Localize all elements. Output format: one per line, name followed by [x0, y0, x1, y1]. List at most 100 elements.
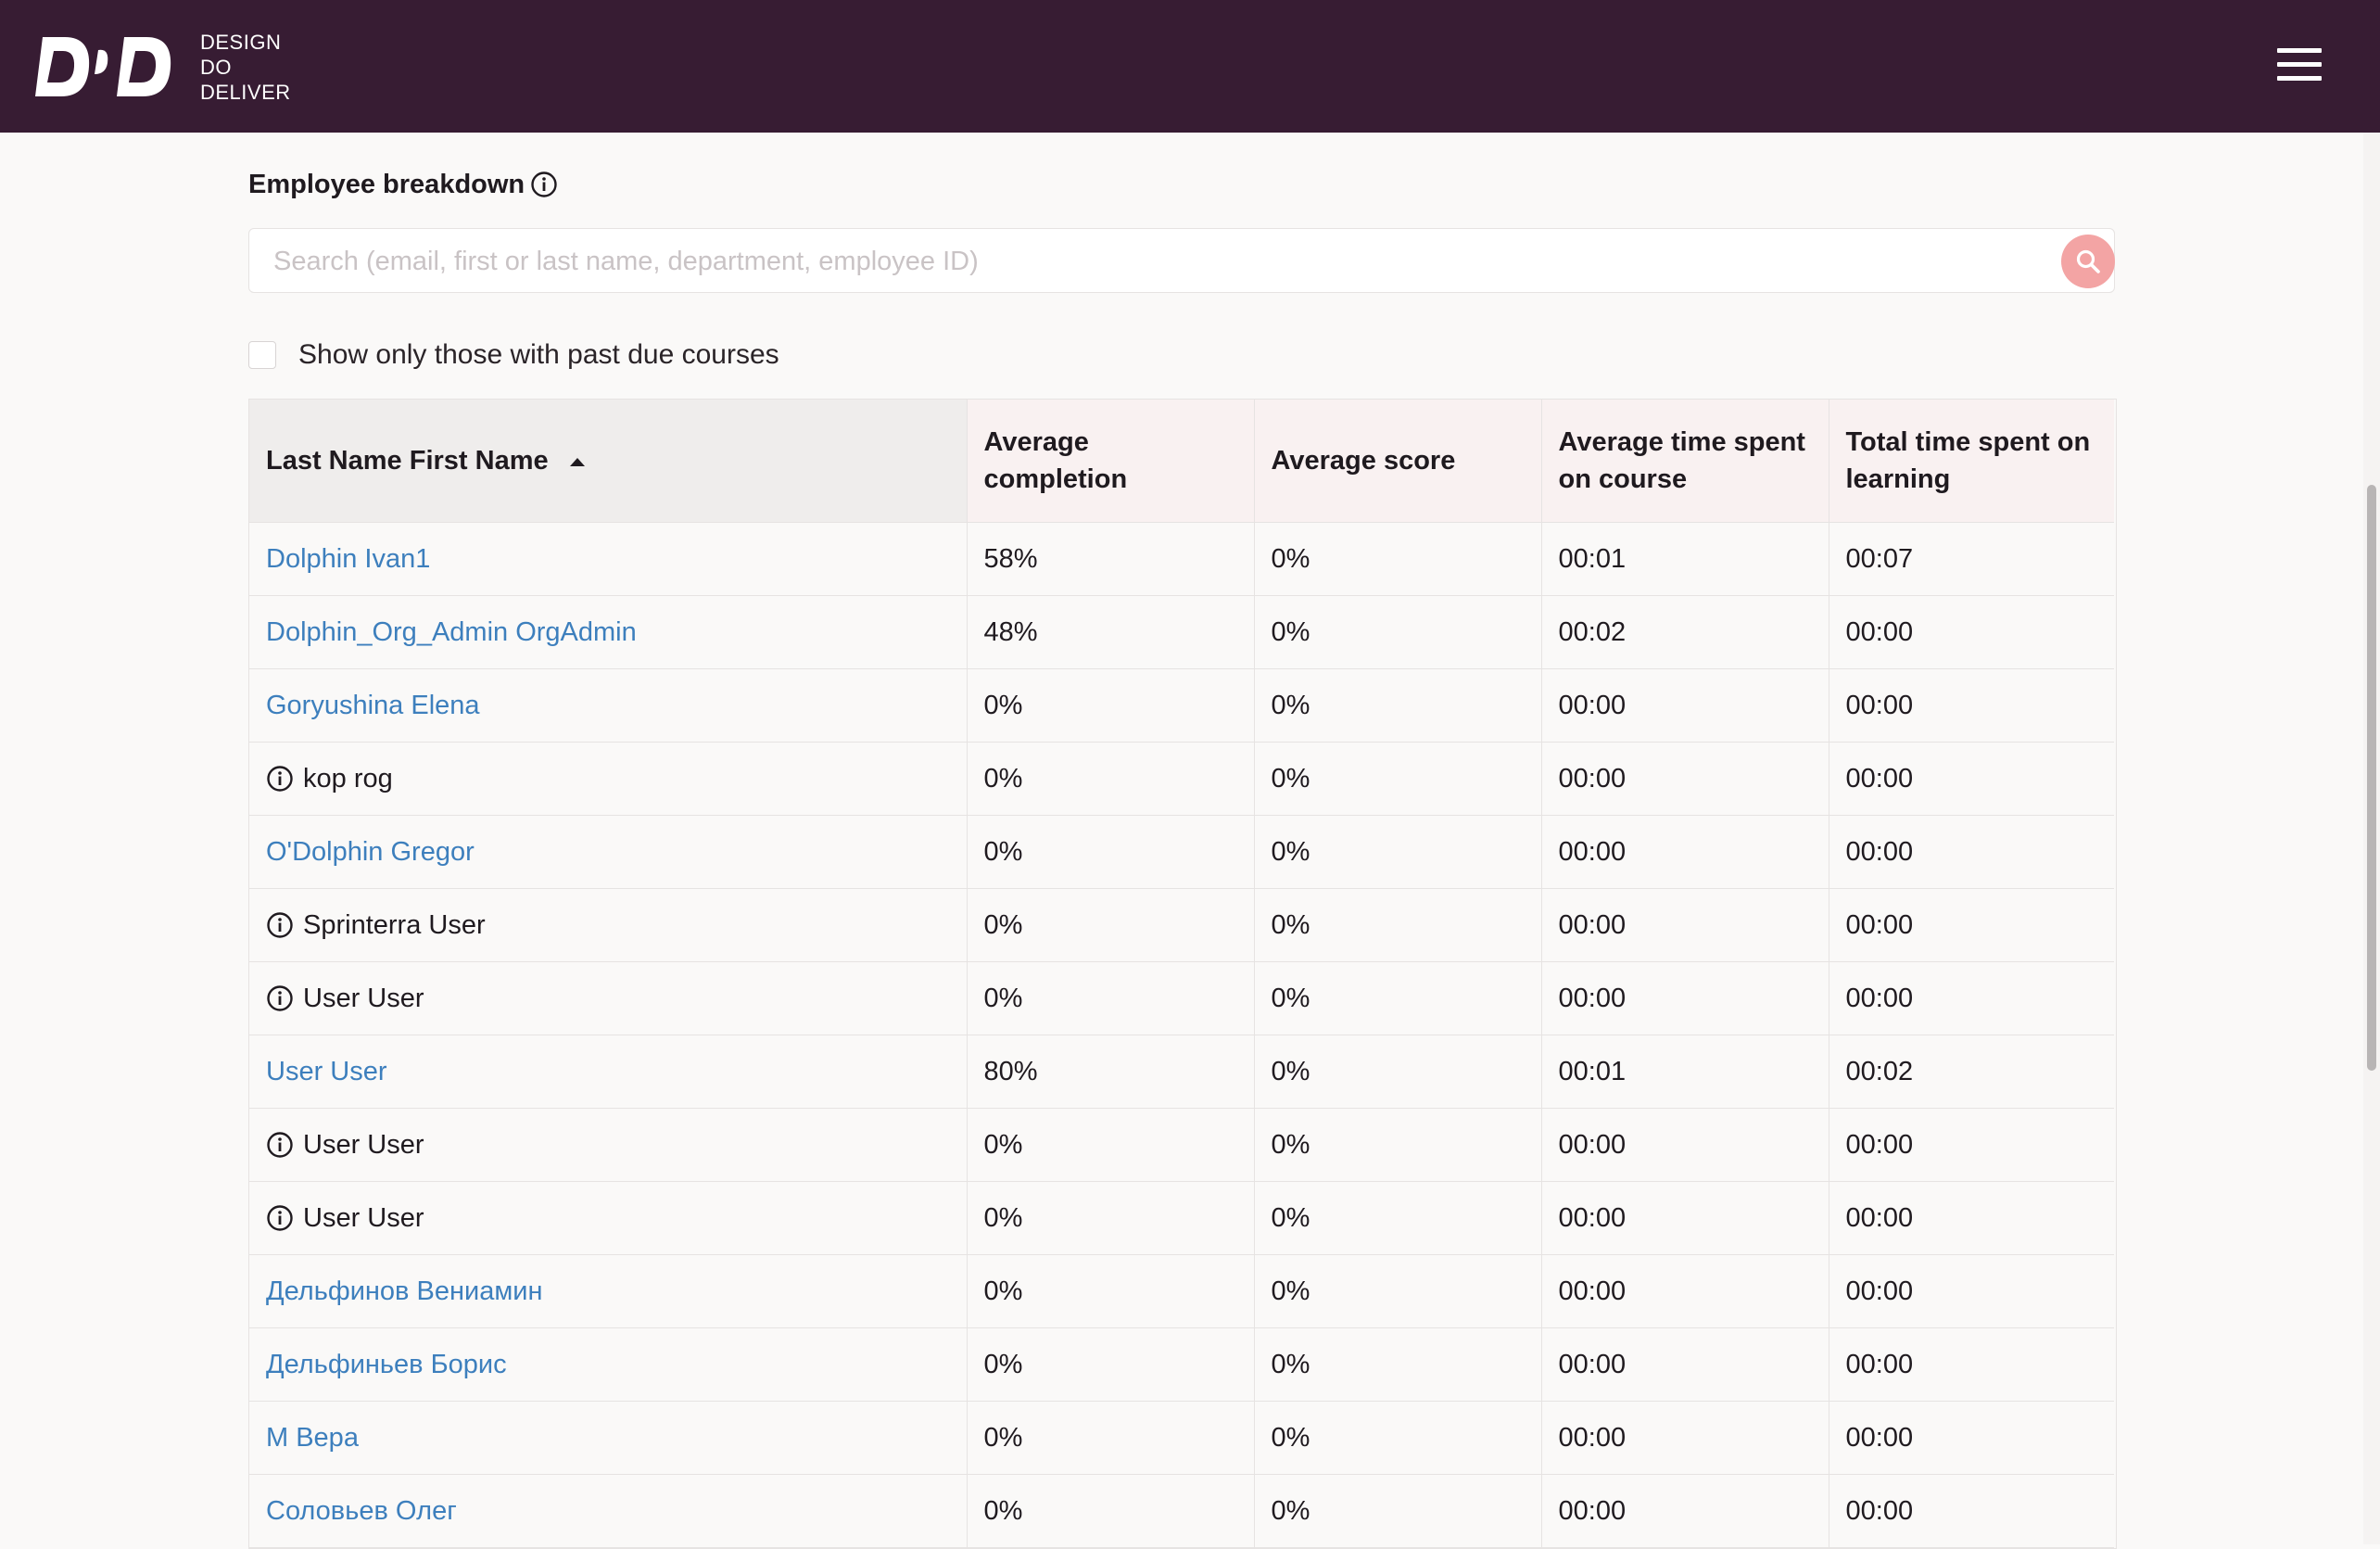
top-navigation-bar: DESIGN DO DELIVER — [0, 0, 2380, 133]
past-due-filter[interactable]: Show only those with past due courses — [248, 336, 779, 374]
average-time-cell: 00:01 — [1541, 1035, 1829, 1109]
employee-name-link[interactable]: Дельфинов Вениамин — [266, 1276, 542, 1306]
table-body: Dolphin Ivan1 58% 0% 00:01 00:07 Dolphin_Org_… — [249, 522, 2114, 1548]
table-header-row: Last Name First Name Average completion … — [249, 400, 2114, 523]
employee-name-link[interactable]: Соловьев Олег — [266, 1496, 457, 1526]
section-title-text: Employee breakdown — [248, 169, 525, 199]
average-score-cell: 0% — [1254, 1327, 1542, 1402]
table-row: М Вера 0% 0% 00:00 00:00 — [249, 1401, 2114, 1475]
average-time-cell: 00:00 — [1541, 1108, 1829, 1182]
column-header-label: Last Name First Name — [266, 446, 549, 476]
employee-name-link[interactable]: Dolphin_Org_Admin OrgAdmin — [266, 617, 637, 647]
average-completion-cell: 58% — [967, 522, 1255, 596]
employee-name-link[interactable]: Dolphin Ivan1 — [266, 544, 430, 574]
table-row: Goryushina Elena 0% 0% 00:00 00:00 — [249, 668, 2114, 743]
employee-name: Sprinterra User — [266, 910, 950, 941]
table-row: Sprinterra User 0% 0% 00:00 00:00 — [249, 888, 2114, 962]
average-time-cell: 00:00 — [1541, 1327, 1829, 1402]
total-time-cell: 00:00 — [1829, 668, 2114, 743]
page-scrollbar[interactable] — [2363, 133, 2380, 1544]
total-time-cell: 00:00 — [1829, 742, 2114, 816]
employee-name-cell: Dolphin Ivan1 — [249, 522, 968, 596]
average-completion-cell: 0% — [967, 668, 1255, 743]
table-row: User User 0% 0% 00:00 00:00 — [249, 961, 2114, 1035]
employee-name-link[interactable]: O'Dolphin Gregor — [266, 837, 475, 867]
info-icon[interactable] — [266, 984, 294, 1012]
employee-name-cell: User User — [249, 961, 968, 1035]
search-button[interactable] — [2061, 235, 2115, 288]
table-row: User User 0% 0% 00:00 00:00 — [249, 1108, 2114, 1182]
info-icon[interactable] — [266, 1131, 294, 1159]
table-row: Dolphin_Org_Admin OrgAdmin 48% 0% 00:02 00:0… — [249, 595, 2114, 669]
employee-name-cell: kop rog — [249, 742, 968, 816]
column-header-average-score[interactable]: Average score — [1254, 400, 1542, 523]
employee-name-link[interactable]: Дельфиньев Борис — [266, 1350, 507, 1379]
employee-name-text: User User — [303, 1202, 424, 1233]
column-header-name[interactable]: Last Name First Name — [249, 400, 968, 523]
search-field[interactable] — [248, 228, 2115, 294]
average-score-cell: 0% — [1254, 1254, 1542, 1328]
column-header-total-time[interactable]: Total time spent on learning — [1829, 400, 2114, 523]
logo-line: DO — [200, 55, 232, 79]
total-time-cell: 00:07 — [1829, 522, 2114, 596]
total-time-cell: 00:00 — [1829, 1108, 2114, 1182]
average-time-cell: 00:00 — [1541, 1254, 1829, 1328]
employee-name-text: User User — [303, 1129, 424, 1160]
average-time-cell: 00:00 — [1541, 742, 1829, 816]
average-score-cell: 0% — [1254, 1401, 1542, 1475]
average-completion-cell: 0% — [967, 1254, 1255, 1328]
average-time-cell: 00:00 — [1541, 961, 1829, 1035]
section-title: Employee breakdown — [248, 166, 558, 203]
employee-name-link[interactable]: Goryushina Elena — [266, 691, 480, 720]
employee-name-text: kop rog — [303, 763, 393, 794]
logo-line: DESIGN — [200, 30, 282, 54]
table-row: User User 80% 0% 00:01 00:02 — [249, 1035, 2114, 1109]
logo[interactable]: DESIGN DO DELIVER — [33, 28, 291, 106]
average-completion-cell: 0% — [967, 1181, 1255, 1255]
table-row: Соловьев Олег 0% 0% 00:00 00:00 — [249, 1474, 2114, 1548]
column-header-average-completion[interactable]: Average completion — [967, 400, 1255, 523]
employee-name-cell: Sprinterra User — [249, 888, 968, 962]
scrollbar-thumb[interactable] — [2367, 485, 2376, 1071]
employee-name-cell: User User — [249, 1181, 968, 1255]
table-row: Дельфиньев Борис 0% 0% 00:00 00:00 — [249, 1327, 2114, 1402]
average-completion-cell: 0% — [967, 888, 1255, 962]
average-completion-cell: 48% — [967, 595, 1255, 669]
average-completion-cell: 0% — [967, 1327, 1255, 1402]
total-time-cell: 00:00 — [1829, 1181, 2114, 1255]
search-input[interactable] — [272, 229, 2036, 294]
employee-name-cell: Дельфиньев Борис — [249, 1327, 968, 1402]
info-icon[interactable] — [530, 171, 558, 198]
average-score-cell: 0% — [1254, 1108, 1542, 1182]
employee-name: User User — [266, 984, 950, 1014]
employee-name-cell: Dolphin_Org_Admin OrgAdmin — [249, 595, 968, 669]
hamburger-menu-icon[interactable] — [2275, 44, 2323, 85]
average-completion-cell: 0% — [967, 1401, 1255, 1475]
info-icon[interactable] — [266, 911, 294, 939]
average-time-cell: 00:01 — [1541, 522, 1829, 596]
logo-mark-icon — [35, 37, 171, 96]
average-score-cell: 0% — [1254, 1181, 1542, 1255]
employee-table: Last Name First Name Average completion … — [248, 399, 2117, 1549]
average-score-cell: 0% — [1254, 522, 1542, 596]
column-header-average-time[interactable]: Average time spent on course — [1541, 400, 1829, 523]
logo-line: DELIVER — [200, 80, 291, 104]
total-time-cell: 00:00 — [1829, 815, 2114, 889]
total-time-cell: 00:00 — [1829, 1401, 2114, 1475]
info-icon[interactable] — [266, 765, 294, 793]
past-due-checkbox[interactable] — [248, 341, 276, 369]
employee-name: User User — [266, 1130, 950, 1161]
average-time-cell: 00:02 — [1541, 595, 1829, 669]
average-completion-cell: 0% — [967, 742, 1255, 816]
employee-name-cell: Дельфинов Вениамин — [249, 1254, 968, 1328]
total-time-cell: 00:00 — [1829, 1327, 2114, 1402]
average-score-cell: 0% — [1254, 1035, 1542, 1109]
average-completion-cell: 0% — [967, 961, 1255, 1035]
info-icon[interactable] — [266, 1204, 294, 1232]
average-score-cell: 0% — [1254, 595, 1542, 669]
employee-name-cell: O'Dolphin Gregor — [249, 815, 968, 889]
average-time-cell: 00:00 — [1541, 1401, 1829, 1475]
employee-name-link[interactable]: М Вера — [266, 1423, 359, 1453]
table-row: Dolphin Ivan1 58% 0% 00:01 00:07 — [249, 522, 2114, 596]
employee-name-link[interactable]: User User — [266, 1057, 387, 1086]
